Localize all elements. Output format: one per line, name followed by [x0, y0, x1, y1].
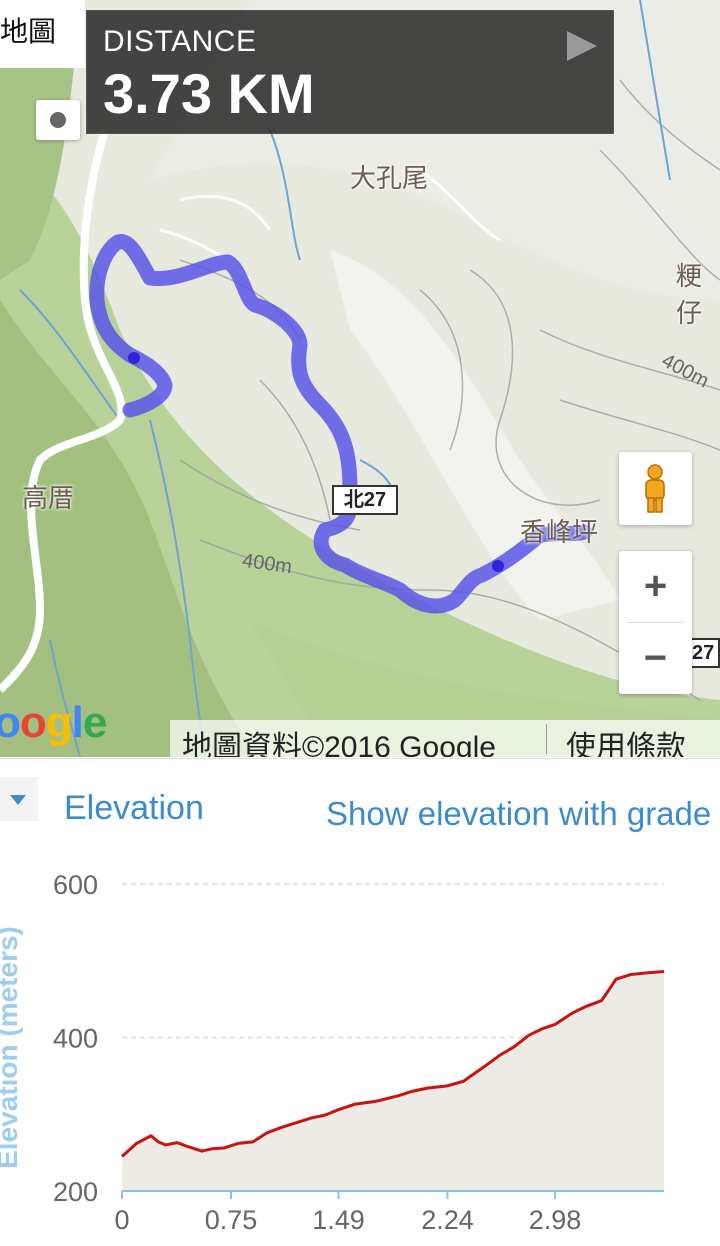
x-tick-label: 0.75	[205, 1205, 258, 1235]
collapse-toggle[interactable]	[0, 777, 38, 821]
record-dot-icon	[50, 112, 66, 128]
y-tick-label: 200	[53, 1177, 98, 1207]
y-axis-title: Elevation (meters)	[0, 926, 23, 1169]
distance-value: 3.73 KM	[103, 62, 315, 125]
x-tick-label: 2.98	[529, 1205, 582, 1235]
distance-panel: DISTANCE 3.73 KM	[86, 10, 614, 134]
elevation-chart: 600 400 200 0 0.75 1.49 2.24 2.98 Elevation (met…	[0, 858, 720, 1241]
place-label: 高厝	[22, 483, 75, 513]
map-attribution: 地圖資料©2016 Google	[182, 731, 496, 757]
place-label: 大孔尾	[350, 163, 429, 193]
attribution-divider	[546, 724, 547, 754]
x-tick-label: 1.49	[312, 1205, 365, 1235]
show-grade-link[interactable]: Show elevation with grade	[326, 795, 711, 833]
road-shield: 北27	[332, 485, 398, 515]
map-tab-label: 地圖	[0, 16, 57, 47]
y-tick-label: 400	[53, 1024, 98, 1054]
elevation-chart-svg: 600 400 200 0 0.75 1.49 2.24 2.98 Elevation (met…	[0, 870, 665, 1235]
road-shield: 27	[688, 638, 720, 668]
play-icon[interactable]	[567, 31, 597, 61]
distance-label: DISTANCE	[103, 25, 257, 58]
route-map[interactable]: 地圖 DISTANCE 3.73 KM 大孔尾 高厝 香峰坪 粳仔 400m 4…	[0, 0, 720, 757]
street-view-button[interactable]	[619, 452, 692, 525]
google-logo[interactable]: oogle	[0, 698, 107, 748]
elevation-title: Elevation	[64, 789, 204, 827]
triangle-down-icon	[10, 795, 26, 805]
map-attribution-bar: 地圖資料©2016 Google 使用條款	[170, 720, 720, 757]
terms-link[interactable]: 使用條款	[566, 722, 686, 757]
place-label: 粳仔	[676, 261, 703, 328]
zoom-in-button[interactable]: +	[619, 551, 692, 622]
zoom-control: + −	[619, 551, 692, 694]
record-button[interactable]	[36, 100, 80, 140]
map-tab[interactable]: 地圖	[0, 0, 85, 68]
elevation-area	[122, 971, 664, 1191]
x-tick-label: 0	[114, 1205, 129, 1235]
elevation-header: Elevation Show elevation with grade	[0, 758, 720, 858]
x-tick-label: 2.24	[421, 1205, 474, 1235]
place-label: 香峰坪	[520, 517, 599, 547]
zoom-out-button[interactable]: −	[619, 623, 692, 694]
y-tick-label: 600	[53, 870, 98, 900]
pegman-icon	[645, 464, 665, 513]
